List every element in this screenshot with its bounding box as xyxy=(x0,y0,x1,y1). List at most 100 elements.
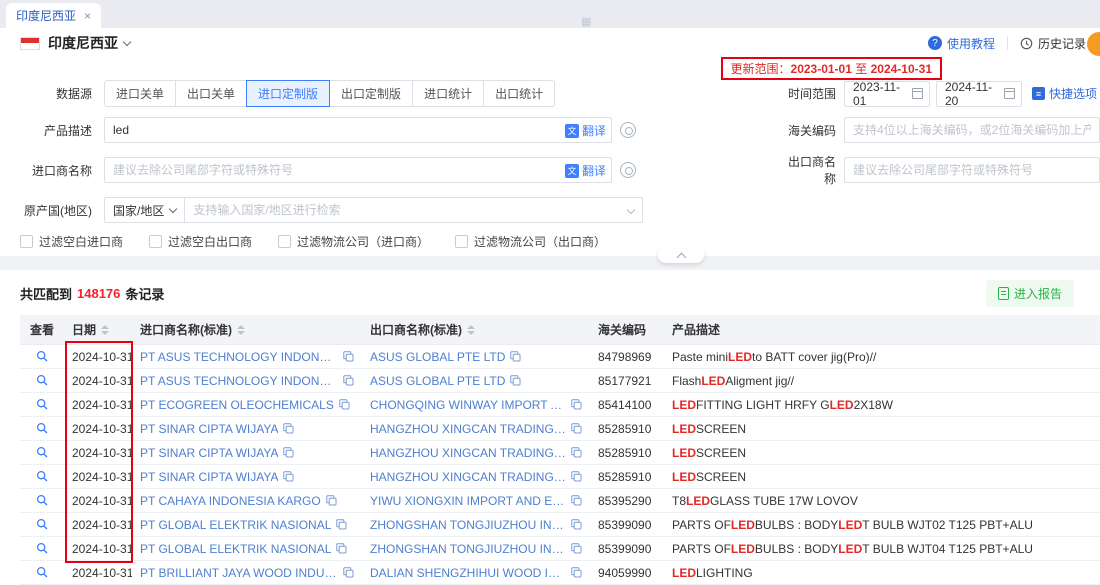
target-icon[interactable] xyxy=(620,122,636,138)
collapse-filters-button[interactable] xyxy=(658,249,704,263)
exporter-link[interactable]: ASUS GLOBAL PTE LTD xyxy=(370,350,505,364)
checkbox-label: 过滤空白出口商 xyxy=(168,233,252,250)
data-source-tab[interactable]: 出口关单 xyxy=(175,80,247,107)
data-source-tab[interactable]: 进口定制版 xyxy=(246,80,330,107)
exporter-link[interactable]: HANGZHOU XINGCAN TRADING CO LTD xyxy=(370,422,566,436)
column-header[interactable]: 日期 xyxy=(64,321,132,338)
column-header: 产品描述 xyxy=(664,321,1100,338)
copy-icon[interactable] xyxy=(336,543,347,554)
view-details-icon[interactable] xyxy=(36,518,49,531)
copy-icon[interactable] xyxy=(571,399,582,410)
exporter-link[interactable]: HANGZHOU XINGCAN TRADING CO LTD xyxy=(370,470,566,484)
copy-icon[interactable] xyxy=(336,519,347,530)
importer-link[interactable]: PT ASUS TECHNOLOGY INDONESIA BA... xyxy=(140,350,338,364)
data-source-tab[interactable]: 出口统计 xyxy=(483,80,555,107)
page-tab[interactable]: 印度尼西亚 × xyxy=(6,3,101,28)
view-details-icon[interactable] xyxy=(36,446,49,459)
table-row: 2024-10-31 PT GLOBAL ELEKTRIK NASIONAL Z… xyxy=(20,537,1100,561)
copy-icon[interactable] xyxy=(283,471,294,482)
view-details-icon[interactable] xyxy=(36,494,49,507)
copy-icon[interactable] xyxy=(571,543,582,554)
origin-country-select[interactable]: 国家/地区 xyxy=(104,197,185,223)
header-divider xyxy=(1007,36,1008,50)
copy-icon[interactable] xyxy=(571,495,582,506)
origin-country-input[interactable] xyxy=(184,197,643,223)
country-name[interactable]: 印度尼西亚 xyxy=(48,33,118,53)
importer-link[interactable]: PT CAHAYA INDONESIA KARGO xyxy=(140,494,321,508)
exporter-link[interactable]: DALIAN SHENGZHIHUI WOOD INDUST... xyxy=(370,566,566,580)
tabbar-menu-icon[interactable]: ▦ xyxy=(581,15,591,28)
exporter-link[interactable]: ZHONGSHAN TONGJIUZHOU INTERNA... xyxy=(370,518,566,532)
sort-icons[interactable] xyxy=(467,325,475,335)
checkbox-icon[interactable] xyxy=(455,235,468,248)
column-header[interactable]: 进口商名称(标准) xyxy=(132,321,362,338)
customs-code-input[interactable] xyxy=(844,117,1100,143)
enter-report-button[interactable]: 进入报告 xyxy=(986,280,1074,307)
copy-icon[interactable] xyxy=(343,375,354,386)
view-details-icon[interactable] xyxy=(36,470,49,483)
importer-link[interactable]: PT SINAR CIPTA WIJAYA xyxy=(140,446,278,460)
checkbox-icon[interactable] xyxy=(278,235,291,248)
view-details-icon[interactable] xyxy=(36,566,49,579)
importer-link[interactable]: PT SINAR CIPTA WIJAYA xyxy=(140,470,278,484)
sort-icons[interactable] xyxy=(237,325,245,335)
origin-select-value: 国家/地区 xyxy=(113,202,164,219)
date-from-input[interactable]: 2023-11-01 xyxy=(844,81,930,107)
copy-icon[interactable] xyxy=(283,423,294,434)
view-details-icon[interactable] xyxy=(36,374,49,387)
exporter-link[interactable]: ZHONGSHAN TONGJIUZHOU INTERNA... xyxy=(370,542,566,556)
sort-icons[interactable] xyxy=(101,325,109,335)
importer-input[interactable] xyxy=(104,157,612,183)
importer-link[interactable]: PT BRILLIANT JAYA WOOD INDUSTRY xyxy=(140,566,338,580)
translate-button[interactable]: 文 翻译 xyxy=(565,162,606,179)
view-details-icon[interactable] xyxy=(36,542,49,555)
hs-code-cell: 85177921 xyxy=(590,374,664,388)
copy-icon[interactable] xyxy=(571,471,582,482)
filter-checkbox[interactable]: 过滤空白进口商 xyxy=(20,233,123,250)
target-icon[interactable] xyxy=(620,162,636,178)
copy-icon[interactable] xyxy=(283,447,294,458)
column-header[interactable]: 出口商名称(标准) xyxy=(362,321,590,338)
copy-icon[interactable] xyxy=(571,447,582,458)
checkbox-icon[interactable] xyxy=(20,235,33,248)
exporter-link[interactable]: YIWU XIONGXIN IMPORT AND EXPORT... xyxy=(370,494,566,508)
copy-icon[interactable] xyxy=(571,519,582,530)
date-to-input[interactable]: 2024-11-20 xyxy=(936,81,1022,107)
importer-link[interactable]: PT GLOBAL ELEKTRIK NASIONAL xyxy=(140,542,331,556)
copy-icon[interactable] xyxy=(339,399,350,410)
copy-icon[interactable] xyxy=(510,375,521,386)
date-cell: 2024-10-31 xyxy=(64,446,132,460)
importer-link[interactable]: PT GLOBAL ELEKTRIK NASIONAL xyxy=(140,518,331,532)
results-summary: 共匹配到 148176 条记录 xyxy=(20,284,164,303)
view-details-icon[interactable] xyxy=(36,350,49,363)
data-source-tab[interactable]: 出口定制版 xyxy=(329,80,413,107)
importer-link[interactable]: PT ECOGREEN OLEOCHEMICALS xyxy=(140,398,334,412)
filter-checkbox[interactable]: 过滤物流公司（出口商） xyxy=(455,233,606,250)
exporter-link[interactable]: CHONGQING WINWAY IMPORT AND E... xyxy=(370,398,566,412)
checkbox-icon[interactable] xyxy=(149,235,162,248)
tab-close-icon[interactable]: × xyxy=(84,9,91,23)
table-row: 2024-10-31 PT ECOGREEN OLEOCHEMICALS CHO… xyxy=(20,393,1100,417)
filter-checkbox[interactable]: 过滤空白出口商 xyxy=(149,233,252,250)
view-details-icon[interactable] xyxy=(36,422,49,435)
product-desc-input[interactable] xyxy=(104,117,612,143)
importer-link[interactable]: PT SINAR CIPTA WIJAYA xyxy=(140,422,278,436)
copy-icon[interactable] xyxy=(343,351,354,362)
translate-button[interactable]: 文 翻译 xyxy=(565,122,606,139)
view-details-icon[interactable] xyxy=(36,398,49,411)
tutorial-link[interactable]: ? 使用教程 xyxy=(928,35,995,52)
exporter-input[interactable] xyxy=(844,157,1100,183)
exporter-link[interactable]: HANGZHOU XINGCAN TRADING CO LTD xyxy=(370,446,566,460)
copy-icon[interactable] xyxy=(326,495,337,506)
copy-icon[interactable] xyxy=(571,423,582,434)
importer-link[interactable]: PT ASUS TECHNOLOGY INDONESIA BA... xyxy=(140,374,338,388)
chevron-down-icon[interactable] xyxy=(123,37,131,45)
exporter-link[interactable]: ASUS GLOBAL PTE LTD xyxy=(370,374,505,388)
data-source-tab[interactable]: 进口统计 xyxy=(412,80,484,107)
quick-options-link[interactable]: ≡ 快捷选项 xyxy=(1032,85,1097,102)
data-source-tab[interactable]: 进口关单 xyxy=(104,80,176,107)
history-button[interactable]: 历史记录 xyxy=(1020,35,1086,52)
summary-prefix: 共匹配到 xyxy=(20,284,72,303)
filter-checkbox[interactable]: 过滤物流公司（进口商） xyxy=(278,233,429,250)
copy-icon[interactable] xyxy=(510,351,521,362)
